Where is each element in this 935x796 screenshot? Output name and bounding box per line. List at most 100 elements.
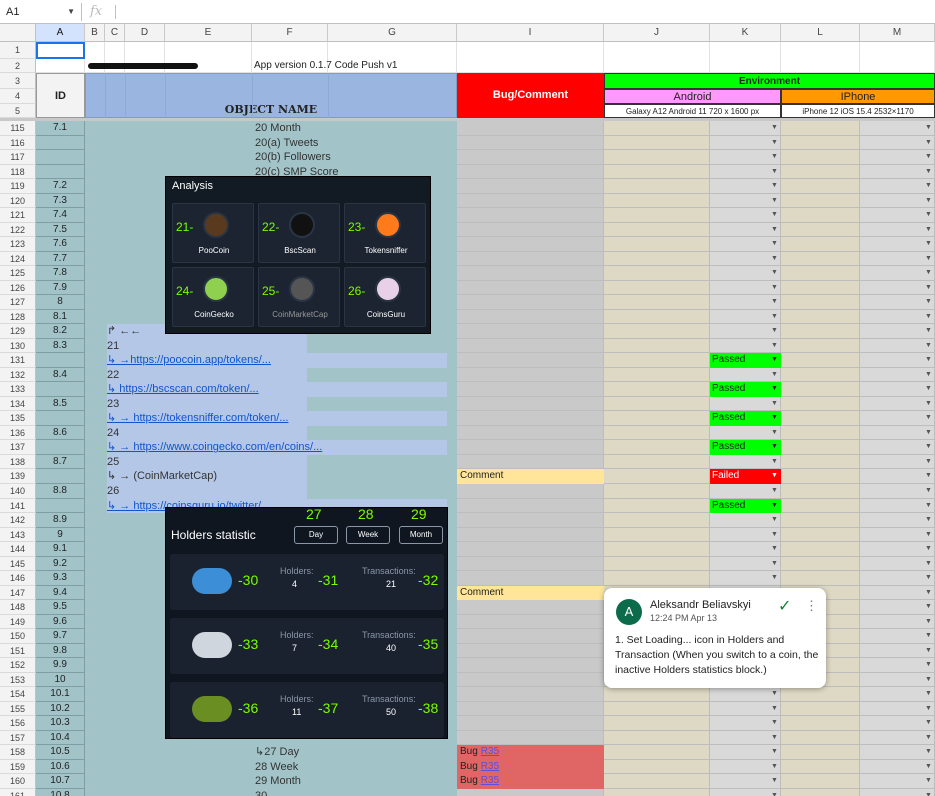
row-header[interactable]: 135 [0, 411, 36, 426]
row-header[interactable]: 127 [0, 295, 36, 310]
chevron-down-icon[interactable]: ▼ [925, 168, 932, 175]
row-header[interactable]: 130 [0, 338, 36, 354]
bug-link[interactable]: R35 [481, 775, 499, 786]
id-cell[interactable]: 8.6 [36, 425, 85, 441]
chevron-down-icon[interactable]: ▼ [925, 255, 932, 262]
chevron-down-icon[interactable]: ▼ [925, 734, 932, 741]
grid-cell[interactable] [457, 135, 604, 151]
row-header[interactable]: 1 [0, 42, 36, 59]
grid-cell[interactable] [604, 367, 710, 383]
chevron-down-icon[interactable]: ▼ [925, 458, 932, 465]
row-header[interactable]: 137 [0, 440, 36, 455]
row-header[interactable]: 144 [0, 542, 36, 557]
grid-cell[interactable] [457, 788, 604, 796]
chevron-down-icon[interactable]: ▼ [771, 719, 931, 726]
grid-cell[interactable] [457, 338, 604, 354]
bug-link[interactable]: R35 [481, 746, 499, 757]
analysis-tile[interactable]: 22- BscScan [258, 203, 340, 264]
id-cell[interactable]: 10.8 [36, 788, 85, 796]
grid-cell[interactable] [604, 513, 710, 528]
chevron-down-icon[interactable]: ▼ [925, 690, 932, 697]
column-header-g[interactable]: G [328, 24, 457, 42]
row-header[interactable]: 148 [0, 600, 36, 615]
chevron-down-icon[interactable]: ▼ [771, 748, 931, 755]
row-header[interactable]: 3 [0, 73, 36, 89]
row-header[interactable]: 145 [0, 556, 36, 572]
grid-cell[interactable] [457, 280, 604, 296]
id-cell[interactable]: 7.2 [36, 179, 85, 194]
object-name-cell[interactable]: ↳ →https://poocoin.app/tokens/... [107, 353, 447, 368]
row-header[interactable]: 151 [0, 643, 36, 659]
id-cell[interactable]: 7.3 [36, 193, 85, 209]
id-cell[interactable]: 9.5 [36, 600, 85, 615]
chevron-down-icon[interactable]: ▼ [925, 647, 932, 654]
grid-cell[interactable] [457, 542, 604, 557]
grid-cell[interactable] [457, 411, 604, 426]
row-header[interactable]: 121 [0, 208, 36, 223]
grid-cell[interactable] [457, 643, 604, 659]
chevron-down-icon[interactable]: ▼ [925, 618, 932, 625]
grid-cell[interactable] [604, 425, 710, 441]
chevron-down-icon[interactable]: ▼ [925, 400, 932, 407]
id-cell[interactable] [36, 469, 85, 484]
chevron-down-icon[interactable]: ▼ [925, 487, 932, 494]
row-header[interactable]: 146 [0, 571, 36, 586]
grid-cell[interactable] [457, 367, 604, 383]
grid-cell[interactable] [604, 730, 710, 746]
grid-cell[interactable] [457, 251, 604, 267]
chevron-down-icon[interactable]: ▼ [925, 676, 932, 683]
bug-comment-cell[interactable]: Bug R35 [457, 759, 604, 775]
grid-cell[interactable] [457, 222, 604, 238]
chevron-down-icon[interactable]: ▼ [771, 255, 931, 262]
row-header[interactable]: 139 [0, 469, 36, 484]
row-header[interactable]: 116 [0, 135, 36, 151]
id-cell[interactable]: 7.1 [36, 121, 85, 136]
row-header[interactable]: 120 [0, 193, 36, 209]
grid-cell[interactable] [457, 382, 604, 397]
chevron-down-icon[interactable]: ▼ [771, 124, 931, 131]
chevron-down-icon[interactable]: ▼ [771, 139, 931, 146]
grid-cell[interactable] [604, 309, 710, 325]
row-header[interactable]: 4 [0, 89, 36, 104]
chevron-down-icon[interactable]: ▼ [771, 545, 931, 552]
id-cell[interactable]: 8.1 [36, 309, 85, 325]
id-cell[interactable]: 8.2 [36, 324, 85, 339]
row-header[interactable]: 150 [0, 629, 36, 644]
column-header-e[interactable]: E [165, 24, 252, 42]
bug-comment-cell[interactable]: Bug R35 [457, 745, 604, 760]
row-header[interactable]: 115 [0, 121, 36, 136]
grid-cell[interactable] [604, 774, 710, 789]
grid-cell[interactable] [604, 324, 710, 339]
id-cell[interactable]: 9 [36, 527, 85, 543]
id-cell[interactable]: 9.8 [36, 643, 85, 659]
row-header[interactable]: 156 [0, 716, 36, 731]
grid-cell[interactable] [604, 193, 710, 209]
chevron-down-icon[interactable]: ▼ [771, 705, 931, 712]
grid-cell[interactable] [604, 411, 710, 426]
chevron-down-icon[interactable]: ▼ [771, 487, 931, 494]
chevron-down-icon[interactable]: ▼ [771, 298, 931, 305]
chevron-down-icon[interactable]: ▼ [925, 226, 932, 233]
chevron-down-icon[interactable]: ▼ [925, 197, 932, 204]
chevron-down-icon[interactable]: ▼ [771, 734, 931, 741]
grid-cell[interactable] [457, 513, 604, 528]
id-cell[interactable]: 10.1 [36, 687, 85, 702]
row-header[interactable]: 118 [0, 164, 36, 180]
id-cell[interactable]: 9.6 [36, 614, 85, 630]
grid-cell[interactable] [604, 716, 710, 731]
id-cell[interactable]: 10.2 [36, 701, 85, 717]
row-header[interactable]: 138 [0, 454, 36, 470]
chevron-down-icon[interactable]: ▼ [925, 371, 932, 378]
id-cell[interactable]: 9.3 [36, 571, 85, 586]
grid-cell[interactable] [457, 614, 604, 630]
chevron-down-icon[interactable]: ▼ [771, 763, 931, 770]
grid-cell[interactable] [710, 42, 781, 73]
id-cell[interactable] [36, 411, 85, 426]
chevron-down-icon[interactable]: ▼ [925, 545, 932, 552]
id-cell[interactable]: 9.4 [36, 585, 85, 601]
id-cell[interactable]: 7.9 [36, 280, 85, 296]
chevron-down-icon[interactable]: ▼ [67, 3, 75, 21]
id-cell[interactable]: 8.7 [36, 454, 85, 470]
grid-cell[interactable] [604, 295, 710, 310]
chevron-down-icon[interactable]: ▼ [771, 531, 931, 538]
